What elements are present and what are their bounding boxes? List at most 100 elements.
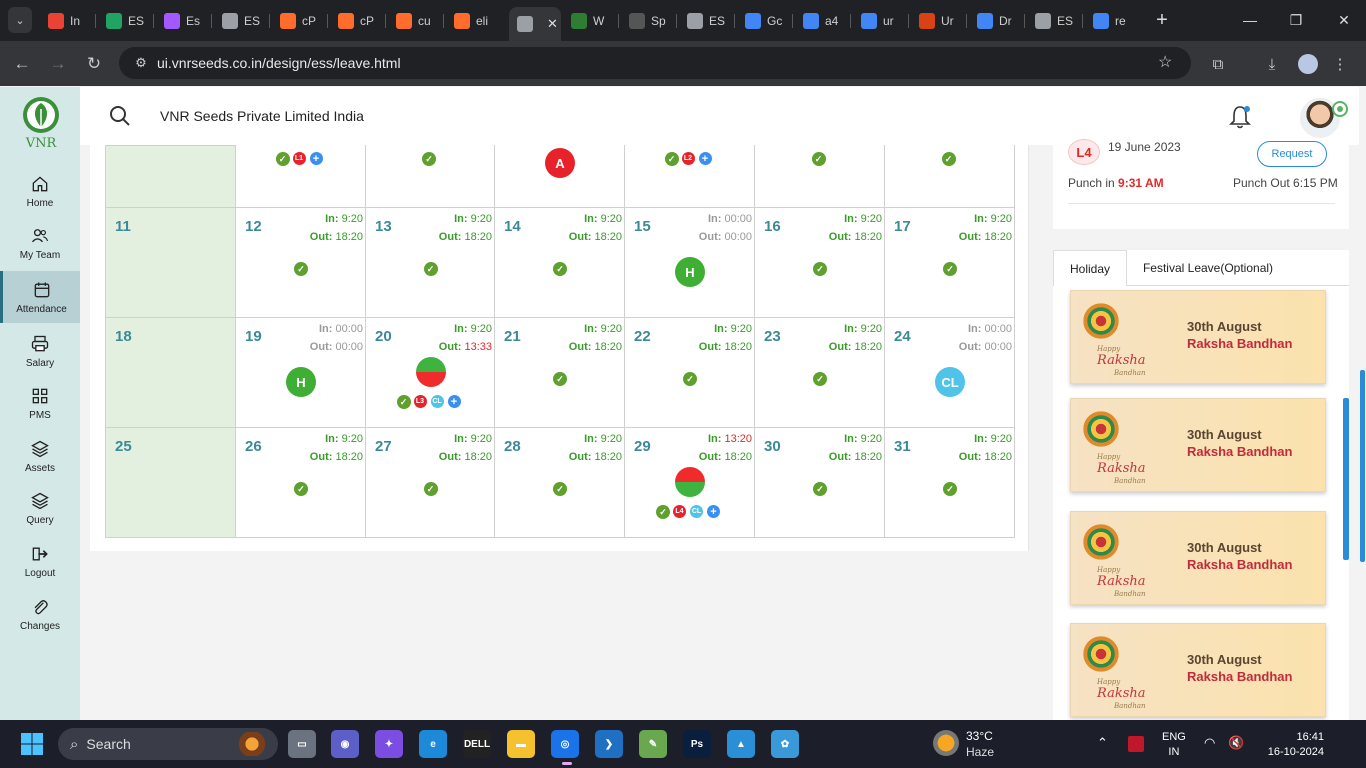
edge-icon[interactable]: e [419,730,447,758]
calendar-day-30[interactable]: 30 In: 9:20 Out: 18:20 ✓ [754,427,885,538]
browser-tab[interactable]: W [563,7,615,34]
profile-icon[interactable] [1295,51,1321,77]
holiday-card[interactable]: Happy Raksha Bandhan 30th August Raksha Band… [1070,398,1326,492]
browser-tab[interactable]: eli [446,7,498,34]
browser-tab[interactable]: ES [98,7,150,34]
sidebar-item-query[interactable]: Query [0,482,80,534]
vscode-icon[interactable]: ❯ [595,730,623,758]
sidebar-item-changes[interactable]: Changes [0,588,80,640]
calendar-day-14[interactable]: 14 In: 9:20 Out: 18:20 ✓ [494,207,625,318]
calendar-day-13[interactable]: 13 In: 9:20 Out: 18:20 ✓ [365,207,495,318]
photoshop-icon[interactable]: Ps [683,730,711,758]
url-text[interactable]: ui.vnrseeds.co.in/design/ess/leave.html [157,55,401,71]
add-icon[interactable]: + [707,505,720,518]
new-tab-button[interactable]: + [1150,8,1174,32]
browser-tab[interactable]: ES [1027,7,1079,34]
paint-icon[interactable]: ✿ [771,730,799,758]
calendar-cell[interactable]: ✓ [884,145,1015,208]
windows-start-icon[interactable] [20,732,44,756]
browser-tab[interactable]: a4 [795,7,847,34]
calendar-day-15[interactable]: 15 In: 00:00 Out: 00:00 H [624,207,755,318]
forward-button[interactable]: → [45,51,71,77]
calendar-day-27[interactable]: 27 In: 9:20 Out: 18:20 ✓ [365,427,495,538]
task-view-icon[interactable]: ▭ [288,730,316,758]
tab-holiday[interactable]: Holiday [1053,250,1127,286]
calendar-cell[interactable]: A [494,145,625,208]
sidebar-item-salary[interactable]: Salary [0,325,80,377]
calendar-day-26[interactable]: 26 In: 9:20 Out: 18:20 ✓ [235,427,366,538]
browser-tab[interactable]: ES [679,7,731,34]
minimize-button[interactable]: — [1230,8,1270,32]
calendar-day-31[interactable]: 31 In: 9:20 Out: 18:20 ✓ [884,427,1015,538]
calendar-day-21[interactable]: 21 In: 9:20 Out: 18:20 ✓ [494,317,625,428]
holiday-scrollbar-thumb[interactable] [1343,398,1349,560]
add-icon[interactable]: + [447,395,461,408]
calendar-day-23[interactable]: 23 In: 9:20 Out: 18:20 ✓ [754,317,885,428]
site-info-icon[interactable]: ⚙ [132,54,150,72]
calendar-day-18[interactable]: 18 [105,317,236,428]
calendar-day-16[interactable]: 16 In: 9:20 Out: 18:20 ✓ [754,207,885,318]
browser-tab[interactable]: Ur [911,7,963,34]
browser-tab[interactable]: cu [388,7,440,34]
browser-tab[interactable]: ES [214,7,266,34]
holiday-card[interactable]: Happy Raksha Bandhan 30th August Raksha Band… [1070,290,1326,384]
add-icon[interactable]: + [698,152,712,165]
calendar-day-28[interactable]: 28 In: 9:20 Out: 18:20 ✓ [494,427,625,538]
tray-app-icon[interactable] [1128,736,1144,752]
restore-button[interactable]: ❐ [1276,8,1316,32]
sidebar-item-home[interactable]: Home [0,165,80,217]
calendar-day-22[interactable]: 22 In: 9:20 Out: 18:20 ✓ [624,317,755,428]
search-icon[interactable] [108,104,132,128]
copilot-icon[interactable]: ✦ [375,730,403,758]
calendar-cell[interactable]: ✓ L1 + [235,145,366,208]
browser-tab[interactable]: ur [853,7,905,34]
notepad-icon[interactable]: ✎ [639,730,667,758]
taskbar-search[interactable]: ⌕ Search [58,728,278,760]
chrome-menu-icon[interactable]: ⋮ [1327,51,1353,77]
sidebar-item-attendance[interactable]: Attendance [0,271,80,323]
photos-icon[interactable]: ▲ [727,730,755,758]
extensions-icon[interactable]: ⧉ [1205,51,1231,77]
browser-tab[interactable]: cP [330,7,382,34]
browser-tab[interactable]: ✕ [509,7,561,41]
reload-button[interactable]: ↻ [81,51,107,77]
tab-festival-leave[interactable]: Festival Leave(Optional) [1132,250,1284,286]
calendar-day-25[interactable]: 25 [105,427,236,538]
sidebar-item-logout[interactable]: Logout [0,535,80,587]
download-icon[interactable]: ⤓ [1259,51,1285,77]
calendar-day-20[interactable]: 20 In: 9:20 Out: 13:33 ✓ L3 CL + [365,317,495,428]
system-clock[interactable]: 16:41 16-10-2024 [1258,730,1324,760]
browser-tab[interactable]: Sp [621,7,673,34]
wifi-icon[interactable]: ◠ [1204,735,1215,751]
holiday-card[interactable]: Happy Raksha Bandhan 30th August Raksha Band… [1070,511,1326,605]
holiday-card[interactable]: Happy Raksha Bandhan 30th August Raksha Band… [1070,623,1326,717]
language-indicator[interactable]: ENG IN [1162,730,1186,760]
browser-tab[interactable]: Dr [969,7,1021,34]
calendar-cell[interactable]: ✓ [365,145,495,208]
calendar-cell[interactable]: ✓ L2 + [624,145,755,208]
back-button[interactable]: ← [9,51,35,77]
calendar-day-12[interactable]: 12 In: 9:20 Out: 18:20 ✓ [235,207,366,318]
browser-tab[interactable]: Es [156,7,208,34]
file-explorer-icon[interactable]: ▬ [507,730,535,758]
dell-icon[interactable]: DELL [463,730,491,758]
browser-tab[interactable]: cP [272,7,324,34]
browser-tab[interactable]: In [40,7,92,34]
calendar-day-24[interactable]: 24 In: 00:00 Out: 00:00 CL [884,317,1015,428]
meet-icon[interactable]: ◉ [331,730,359,758]
calendar-day-29[interactable]: 29 In: 13:20 Out: 18:20 ✓ L4 CL + [624,427,755,538]
request-button[interactable]: Request [1257,141,1327,167]
calendar-day-11[interactable]: 11 [105,207,236,318]
browser-tab[interactable]: re [1085,7,1137,34]
calendar-day-19[interactable]: 19 In: 00:00 Out: 00:00 H [235,317,366,428]
tray-chevron-icon[interactable]: ⌃ [1097,735,1108,751]
sidebar-item-pms[interactable]: PMS [0,377,80,429]
sidebar-item-my-team[interactable]: My Team [0,217,80,269]
bookmark-star-icon[interactable]: ☆ [1158,52,1172,72]
close-window-button[interactable]: ✕ [1324,8,1364,32]
calendar-day-17[interactable]: 17 In: 9:20 Out: 18:20 ✓ [884,207,1015,318]
sidebar-item-assets[interactable]: Assets [0,430,80,482]
browser-tab[interactable]: Gc [737,7,789,34]
volume-muted-icon[interactable]: 🔇 [1228,735,1244,751]
close-tab-icon[interactable]: ✕ [547,16,558,32]
